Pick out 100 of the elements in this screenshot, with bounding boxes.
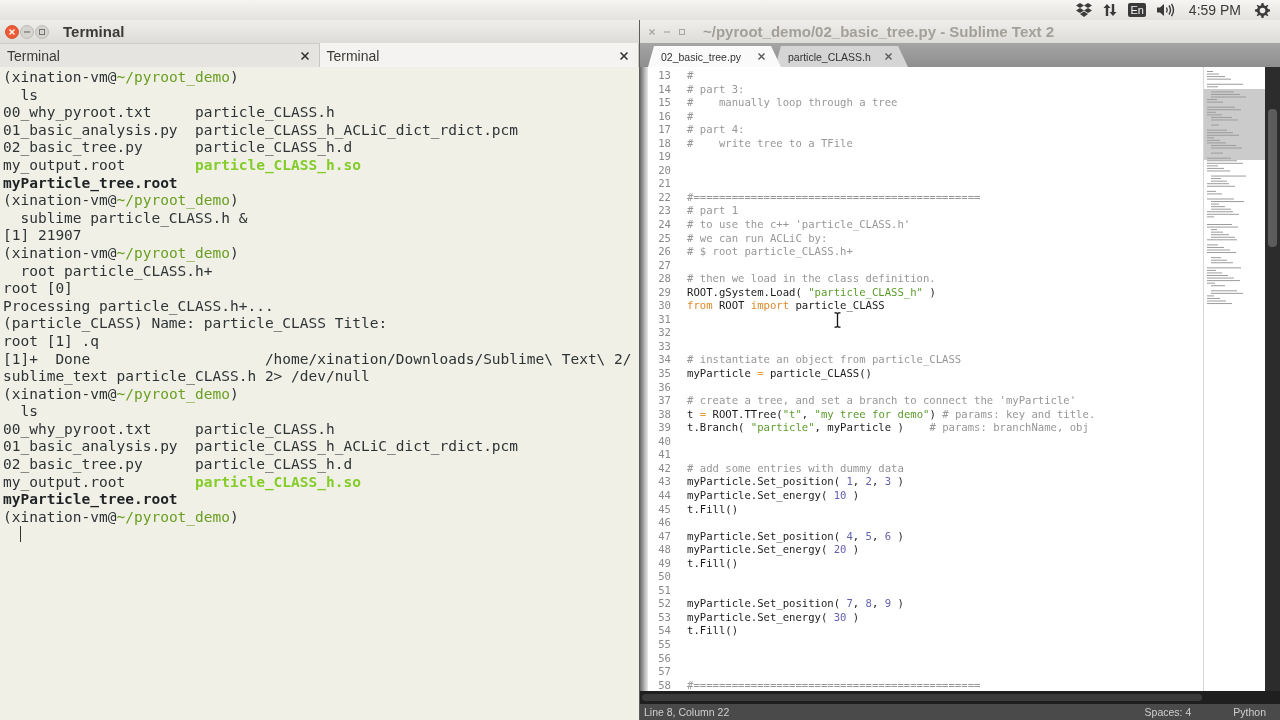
line-number: 32 <box>658 326 671 340</box>
code-line: myParticle.Set_position( 7, 8, 9 ) <box>687 597 904 611</box>
output-line: Processing particle_CLASS.h+... <box>3 297 274 314</box>
file-name: my_output.root <box>3 156 126 175</box>
text-cursor-icon <box>834 312 841 328</box>
terminal-tab[interactable]: Terminal <box>319 43 639 67</box>
line-number: 40 <box>658 434 671 449</box>
horizontal-scrollbar[interactable] <box>640 691 1280 704</box>
code-line: myParticle.Set_energy( 20 ) <box>687 543 860 557</box>
file-name: particle_CLASS_h.so <box>195 156 361 175</box>
minimap[interactable] <box>1203 67 1265 691</box>
code-line: # part 1 <box>687 204 739 218</box>
code-line: t = ROOT.TTree("t", "my tree for demo") # params: key and title. <box>687 407 1096 422</box>
line-number: 58 <box>658 678 671 691</box>
line-number: 30 <box>658 299 671 313</box>
line-number: 54 <box>658 624 671 638</box>
line-number: 23 <box>658 204 671 218</box>
line-number: 20 <box>658 163 671 178</box>
code-line: myParticle.Set_position( 4, 5, 6 ) <box>687 529 904 544</box>
file-name: 02_basic_tree.py <box>3 139 143 157</box>
code-line: # $ root particle_CLASS.h+ <box>687 245 853 259</box>
file-tab[interactable]: 02_basic_tree.py <box>648 46 781 67</box>
volume-icon[interactable] <box>1156 3 1175 17</box>
line-number: 14 <box>658 82 671 97</box>
code-line: # we can run ACLiC by: <box>687 231 828 246</box>
line-number: 53 <box>658 610 671 625</box>
minimize-icon[interactable] <box>20 24 34 39</box>
terminal-tab[interactable]: Terminal <box>0 43 320 67</box>
line-number: 47 <box>658 529 671 544</box>
code-line: myParticle = particle_CLASS() <box>687 367 872 381</box>
line-number: 18 <box>658 136 671 151</box>
line-number: 16 <box>658 109 671 124</box>
line-number: 52 <box>658 597 671 611</box>
maximize-icon[interactable] <box>35 24 49 39</box>
line-number: 49 <box>658 556 671 571</box>
line-number: 34 <box>658 353 671 368</box>
line-number: 31 <box>658 312 671 327</box>
code-line: # instantiate an object from particle_CLASS <box>687 353 962 368</box>
prompt-line: (xination-vm@~/pyroot_demo) <box>3 244 239 261</box>
code-line: t.Branch( "particle", myParticle ) # params: branchName, obj <box>687 421 1089 435</box>
output-line: (particle_CLASS) Name: particle_CLASS Title: <box>3 315 388 332</box>
clock[interactable]: 4:59 PM <box>1188 2 1241 18</box>
line-number: 29 <box>658 285 671 300</box>
file-name: myParticle_tree.root <box>3 174 178 193</box>
code-line: # manually loop through a tree <box>687 96 898 110</box>
close-icon[interactable] <box>758 53 765 60</box>
line-number: 42 <box>658 461 671 476</box>
window-title: ~/pyroot_demo/02_basic_tree.py - Sublime Text 2 <box>703 23 1055 40</box>
code-line: # <box>687 69 694 83</box>
prompt-line: (xination-vm@~/pyroot_demo) <box>3 385 239 402</box>
output-line: [1] 21907 <box>3 227 82 244</box>
file-name: 00_why_pyroot.txt <box>3 104 152 122</box>
cursor-position: Line 8, Column 22 <box>644 706 730 718</box>
file-name: 02_basic_tree.py <box>3 456 143 474</box>
code-line: # add some entries with dummy data <box>687 461 904 476</box>
prompt-line: (xination-vm@~/pyroot_demo) <box>3 69 239 85</box>
command-line: root particle_CLASS.h+ <box>20 262 213 279</box>
keyboard-layout-indicator[interactable]: En <box>1128 3 1146 17</box>
line-number: 43 <box>658 475 671 489</box>
line-number: 17 <box>658 123 671 137</box>
close-icon[interactable] <box>620 51 628 60</box>
indentation-setting[interactable]: Spaces: 4 <box>1144 706 1192 718</box>
line-number: 24 <box>658 218 671 232</box>
prompt-line: (xination-vm@~/pyroot_demo) <box>3 192 239 209</box>
gear-icon[interactable] <box>1255 2 1270 18</box>
line-number: 57 <box>658 665 671 679</box>
file-name: particle_CLASS_h_ACLiC_dict_rdict.pcm <box>195 121 519 140</box>
line-number: 26 <box>658 245 671 259</box>
file-name: particle_CLASS_h_ACLiC_dict_rdict.pcm <box>195 438 519 457</box>
diamonds-icon[interactable] <box>1076 3 1093 17</box>
line-number: 55 <box>658 637 671 652</box>
line-number: 56 <box>658 651 671 666</box>
line-number: 19 <box>658 150 671 164</box>
line-number: 36 <box>658 380 671 395</box>
scrollbar-thumb[interactable] <box>1268 109 1277 247</box>
code-line: t.Fill() <box>687 556 739 571</box>
line-number: 46 <box>658 516 671 530</box>
line-number: 39 <box>658 421 671 435</box>
code-line: #============================================= <box>687 678 981 691</box>
line-number: 21 <box>658 177 671 191</box>
close-icon[interactable] <box>300 51 309 60</box>
file-name: particle_CLASS_h.d <box>195 456 353 474</box>
line-number: 13 <box>658 69 671 83</box>
code-line: t.Fill() <box>687 624 739 638</box>
file-name: particle_CLASS_h.d <box>195 139 353 157</box>
syntax-mode[interactable]: Python <box>1233 706 1266 718</box>
command-line: ls <box>20 403 38 420</box>
line-number: 37 <box>658 394 671 408</box>
up-down-arrows-icon[interactable] <box>1103 3 1118 17</box>
file-tab[interactable]: particle_CLASS.h <box>775 46 908 67</box>
vertical-scrollbar[interactable] <box>1265 67 1280 691</box>
file-name: my_output.root <box>3 473 126 492</box>
line-number: 48 <box>658 543 671 557</box>
command-line: ls <box>20 86 38 103</box>
output-line: [1]+ Done /home/xination/Downloads/Sublime\ Text\ 2/ <box>3 350 632 367</box>
file-name: 01_basic_analysis.py <box>3 121 178 140</box>
line-number: 25 <box>658 231 671 246</box>
scrollbar-thumb[interactable] <box>642 694 1202 701</box>
line-number: 35 <box>658 367 671 381</box>
line-number: 33 <box>658 339 671 354</box>
